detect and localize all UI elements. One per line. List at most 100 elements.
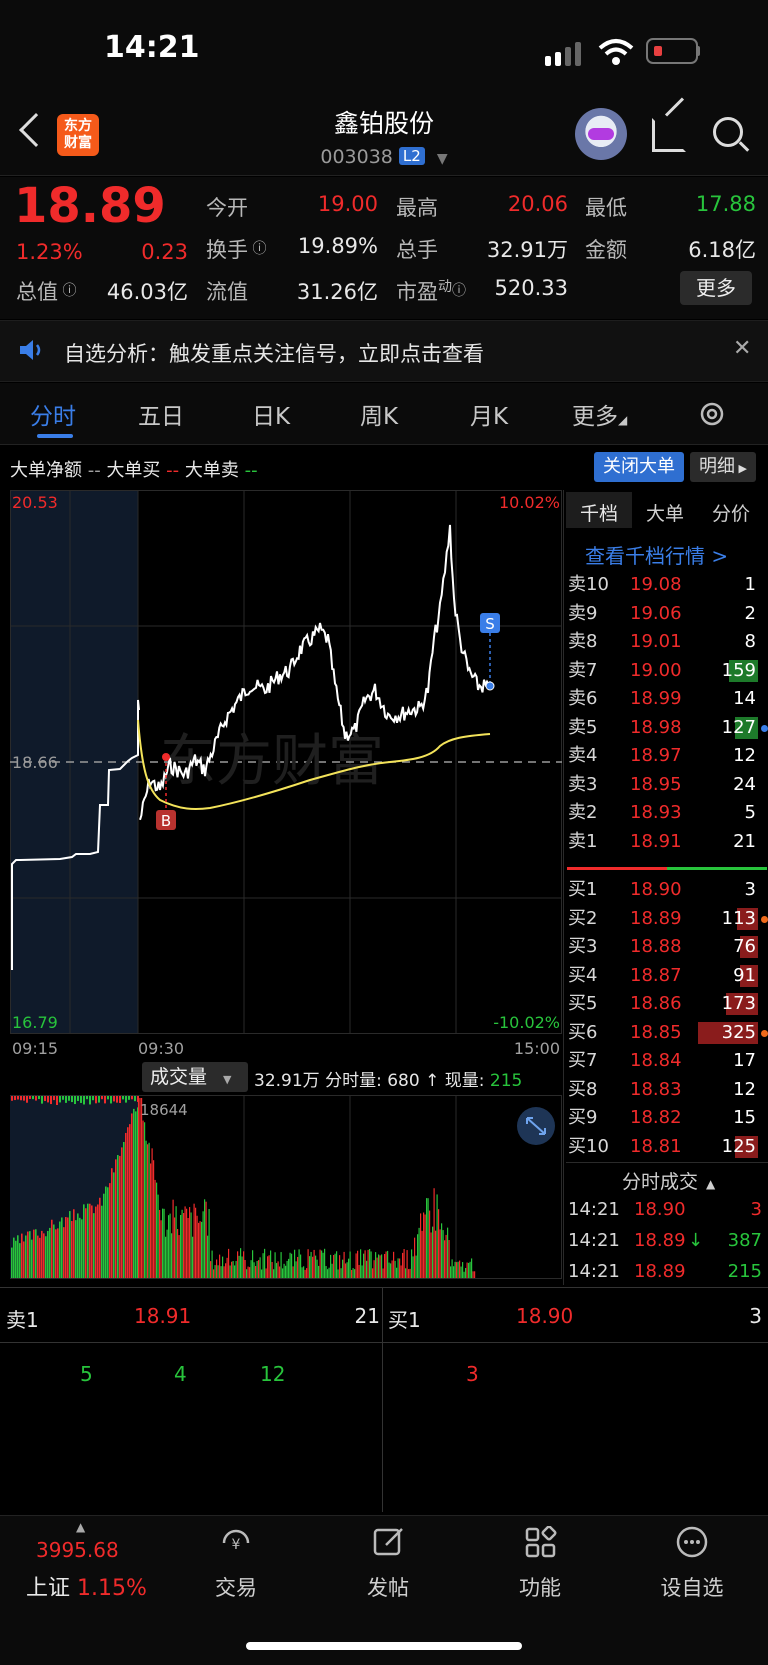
volume-bar	[238, 1255, 240, 1278]
volume-bar	[336, 1251, 338, 1278]
bid-level-label: 买4	[568, 964, 598, 986]
volume-bar	[145, 1140, 147, 1278]
volume-bar	[426, 1198, 428, 1278]
volume-bar	[178, 1235, 180, 1278]
add-watchlist-icon[interactable]	[675, 1525, 709, 1559]
volume-bar	[349, 1251, 351, 1278]
volume-bar	[409, 1268, 411, 1278]
detail-button[interactable]: 明细 ▶	[690, 452, 756, 482]
volume-bar	[89, 1096, 91, 1105]
volume-bar	[111, 1168, 113, 1278]
bid-level-label: 买3	[568, 936, 598, 957]
tab-more[interactable]: 更多◢	[572, 397, 627, 431]
volume-indicator-select[interactable]: 成交量 ▼	[142, 1062, 248, 1092]
ask-row[interactable]: 卖3 18.95 24	[566, 771, 766, 800]
volume-bar	[286, 1260, 288, 1278]
volume-bar	[81, 1219, 83, 1278]
order-marker-dot	[761, 915, 768, 923]
bid-row[interactable]: 买4 18.87 91	[566, 962, 766, 991]
volume-bar	[445, 1234, 447, 1278]
compose-icon[interactable]	[372, 1525, 406, 1559]
tab-five-day[interactable]: 五日	[138, 397, 184, 431]
volume-value: 32.91万	[486, 238, 568, 262]
share-icon[interactable]	[652, 118, 686, 152]
nav-features[interactable]: 功能	[490, 1572, 590, 1602]
tab-daily-k[interactable]: 日K	[252, 397, 290, 431]
volume-bar	[435, 1230, 437, 1278]
ask-row[interactable]: 卖2 18.93 5	[566, 799, 766, 828]
orderbook-tab-price[interactable]: 分价	[712, 499, 750, 526]
tab-intraday[interactable]: 分时	[30, 397, 76, 431]
settings-gear-icon[interactable]	[697, 399, 727, 429]
index-row[interactable]: 上证 1.15%	[26, 1570, 147, 1602]
bid-row[interactable]: 买3 18.88 76	[566, 933, 766, 962]
sell-queue-item: 4	[174, 1362, 187, 1386]
ask-price: 18.95	[630, 773, 682, 795]
bid-row[interactable]: 买1 18.90 3	[566, 876, 766, 905]
volume-bar	[234, 1265, 236, 1278]
nav-post[interactable]: 发帖	[338, 1572, 438, 1602]
trade-row: 14:21 18.90 3	[566, 1194, 766, 1225]
volume-bar	[26, 1096, 28, 1103]
close-big-order-button[interactable]: 关闭大单	[594, 452, 684, 482]
trades-title[interactable]: 分时成交 ▲	[622, 1167, 715, 1194]
ask-row[interactable]: 卖6 18.99 14	[566, 685, 766, 714]
turnover-label: 换手 ⓘ	[206, 238, 267, 262]
volume-bar	[20, 1096, 22, 1101]
bid-row[interactable]: 买2 18.89 113	[566, 905, 768, 934]
volume-bar	[186, 1208, 188, 1278]
bid-row[interactable]: 买8 18.83 12	[566, 1076, 766, 1105]
volume-bar	[412, 1256, 414, 1278]
bid-row[interactable]: 买6 18.85 325	[566, 1019, 768, 1048]
features-grid-icon[interactable]	[524, 1526, 558, 1560]
tab-monthly-k[interactable]: 月K	[470, 397, 508, 431]
orderbook-tab-depth[interactable]: 千档	[580, 499, 618, 526]
volume-bar	[35, 1229, 37, 1278]
volume-bar	[354, 1269, 356, 1278]
ask-volume: 14	[733, 688, 756, 709]
volume-bar	[77, 1213, 79, 1278]
volume-bar	[441, 1223, 443, 1278]
ask-row[interactable]: 卖10 19.08 1	[566, 571, 766, 600]
depth-link[interactable]: 查看千档行情 >	[585, 540, 728, 569]
tab-weekly-k[interactable]: 周K	[360, 397, 398, 431]
orderbook-tab-big[interactable]: 大单	[646, 499, 684, 526]
ask-volume: 8	[744, 631, 756, 652]
volume-bar	[53, 1096, 55, 1101]
volume-bar	[298, 1249, 300, 1278]
close-icon[interactable]: ✕	[733, 336, 751, 361]
time-start-label: 09:15	[12, 1039, 58, 1058]
ask-row[interactable]: 卖8 19.01 8	[566, 628, 766, 657]
volume-bar	[447, 1227, 449, 1278]
volume-bar	[192, 1236, 194, 1278]
volume-bar	[268, 1255, 270, 1278]
volume-bar	[387, 1250, 389, 1278]
index-value[interactable]: 3995.68	[36, 1538, 119, 1562]
nav-trade[interactable]: 交易	[186, 1572, 286, 1602]
volume-bar	[101, 1205, 103, 1278]
volume-bar	[107, 1096, 109, 1100]
trade-icon[interactable]: ¥	[218, 1525, 254, 1561]
volume-bar	[151, 1148, 153, 1278]
bid-level-label: 买10	[568, 1135, 609, 1157]
ask-row[interactable]: 卖5 18.98 127	[566, 714, 768, 743]
more-button[interactable]: 更多	[680, 271, 752, 305]
bid-row[interactable]: 买10 18.81 125	[566, 1133, 766, 1162]
ask-row[interactable]: 卖1 18.91 21	[566, 828, 766, 857]
volume-bar	[128, 1096, 130, 1100]
bid-row[interactable]: 买5 18.86 173	[566, 990, 766, 1019]
ask-row[interactable]: 卖4 18.97 12	[566, 742, 766, 771]
ask-row[interactable]: 卖7 19.00 159	[566, 657, 766, 686]
intraday-chart[interactable]: 东方财富 B S 20.53 18.66 16.79 10.02% -10.02…	[10, 490, 562, 1285]
volume-bar	[471, 1258, 473, 1278]
bid-row[interactable]: 买7 18.84 17	[566, 1047, 766, 1076]
volume-bar	[41, 1096, 43, 1104]
bid-row[interactable]: 买9 18.82 15	[566, 1104, 766, 1133]
order-marker-dot	[761, 1029, 768, 1037]
ask-row[interactable]: 卖9 19.06 2	[566, 600, 766, 629]
nav-add-watchlist[interactable]: 设自选	[642, 1572, 742, 1602]
volume-bar	[357, 1250, 359, 1278]
volume-bar	[43, 1233, 45, 1278]
status-time: 14:21	[104, 30, 200, 65]
volume-bar	[415, 1255, 417, 1278]
